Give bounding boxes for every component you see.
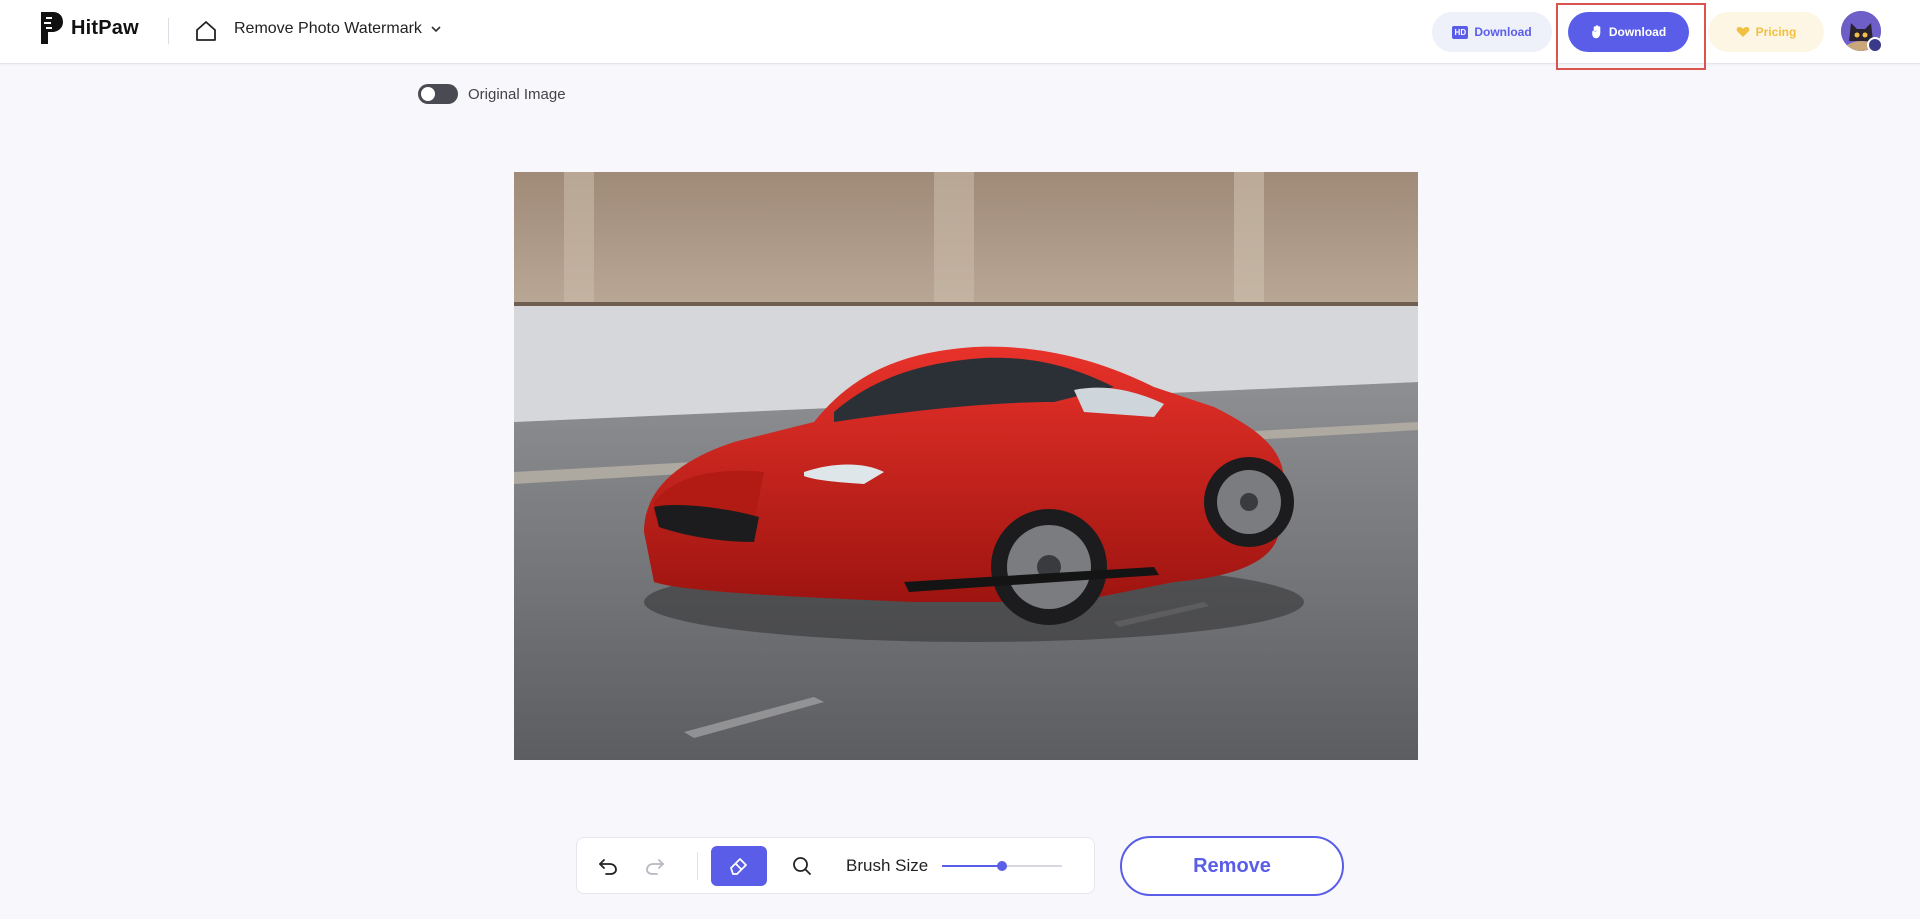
tool-name: Remove Photo Watermark — [234, 20, 422, 37]
download-label: Download — [1608, 25, 1667, 39]
hitpaw-logo[interactable]: HitPaw — [37, 10, 139, 46]
hd-download-button[interactable]: HD Download — [1432, 12, 1552, 52]
eraser-tool-button[interactable] — [711, 846, 767, 886]
photo-canvas[interactable] — [514, 172, 1418, 760]
hd-icon: HD — [1452, 25, 1469, 39]
brand-name: HitPaw — [71, 16, 139, 39]
pricing-label: Pricing — [1755, 25, 1797, 39]
pricing-button[interactable]: Pricing — [1708, 12, 1824, 52]
toolbar-separator — [697, 852, 698, 880]
original-image-toggle[interactable] — [418, 84, 458, 104]
tool-selector[interactable]: Remove Photo Watermark — [234, 20, 442, 38]
original-image-label: Original Image — [468, 85, 566, 103]
magnifier-icon[interactable] — [790, 854, 814, 878]
remove-button[interactable]: Remove — [1120, 836, 1344, 896]
chevron-down-icon — [431, 26, 441, 33]
brush-size-thumb[interactable] — [997, 861, 1007, 871]
top-bar: HitPaw Remove Photo Watermark HD Downloa… — [0, 0, 1920, 70]
toggle-knob — [421, 87, 435, 101]
undo-icon[interactable] — [596, 854, 620, 878]
car-photo — [514, 172, 1418, 760]
brush-size-fill — [942, 865, 1002, 867]
brush-size-slider[interactable] — [942, 861, 1062, 871]
hand-icon — [1592, 25, 1601, 39]
header-divider — [168, 18, 169, 44]
edit-toolbar: Brush Size — [576, 837, 1095, 894]
download-button[interactable]: Download — [1568, 12, 1689, 52]
avatar-badge — [1867, 37, 1883, 53]
home-icon[interactable] — [194, 19, 218, 43]
hd-download-label: Download — [1474, 25, 1532, 39]
redo-icon[interactable] — [643, 854, 667, 878]
hitpaw-logo-icon — [41, 12, 63, 44]
heart-icon — [1736, 27, 1749, 37]
original-image-toggle-row: Original Image — [418, 84, 566, 104]
brush-size-label: Brush Size — [846, 856, 929, 875]
eraser-icon — [730, 858, 747, 875]
